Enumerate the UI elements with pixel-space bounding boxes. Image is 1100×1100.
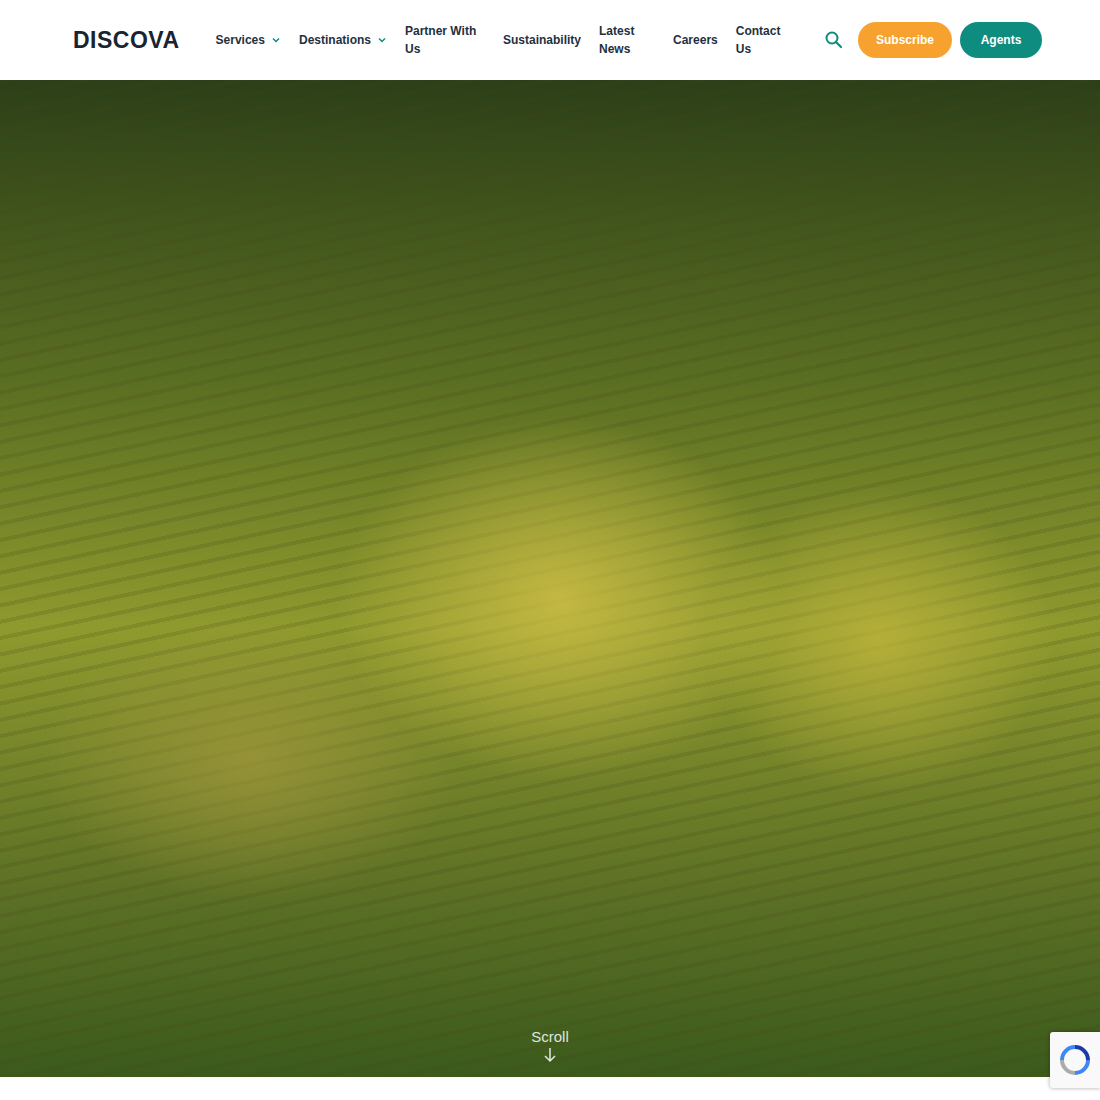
nav-item[interactable]: Careers	[673, 31, 718, 49]
logo[interactable]: DISCOVA	[73, 27, 180, 54]
nav-label[interactable]: Careers	[673, 31, 718, 49]
chevron-down-icon	[271, 35, 281, 45]
site-header: DISCOVA Services Destinations Partner With …	[0, 0, 1100, 80]
agents-button[interactable]: Agents	[960, 22, 1042, 58]
nav-item[interactable]: Contact Us	[736, 22, 786, 58]
nav-label[interactable]: Destinations	[299, 31, 371, 49]
chevron-down-icon	[377, 35, 387, 45]
hero-video: Scroll	[0, 80, 1100, 1077]
nav-label[interactable]: Latest News	[599, 22, 655, 58]
nav-label[interactable]: Sustainability	[503, 31, 581, 49]
header-buttons: SubscribeAgents	[858, 22, 1042, 58]
recaptcha-badge[interactable]	[1050, 1032, 1100, 1088]
nav-item[interactable]: Latest News	[599, 22, 655, 58]
nav-item[interactable]: Services	[216, 31, 281, 49]
search-icon[interactable]	[824, 30, 844, 50]
nav-item[interactable]: Destinations	[299, 31, 387, 49]
main-nav: Services Destinations Partner With Us Susta…	[216, 22, 818, 58]
scroll-label[interactable]: Scroll	[531, 1028, 569, 1045]
scroll-indicator[interactable]: Scroll	[531, 1028, 569, 1077]
arrow-down-icon	[543, 1047, 557, 1063]
recaptcha-icon	[1058, 1043, 1092, 1077]
nav-item[interactable]: Sustainability	[503, 31, 581, 49]
nav-label[interactable]: Partner With Us	[405, 22, 485, 58]
subscribe-button[interactable]: Subscribe	[858, 22, 952, 58]
nav-item[interactable]: Partner With Us	[405, 22, 485, 58]
nav-label[interactable]: Contact Us	[736, 22, 786, 58]
nav-label[interactable]: Services	[216, 31, 265, 49]
